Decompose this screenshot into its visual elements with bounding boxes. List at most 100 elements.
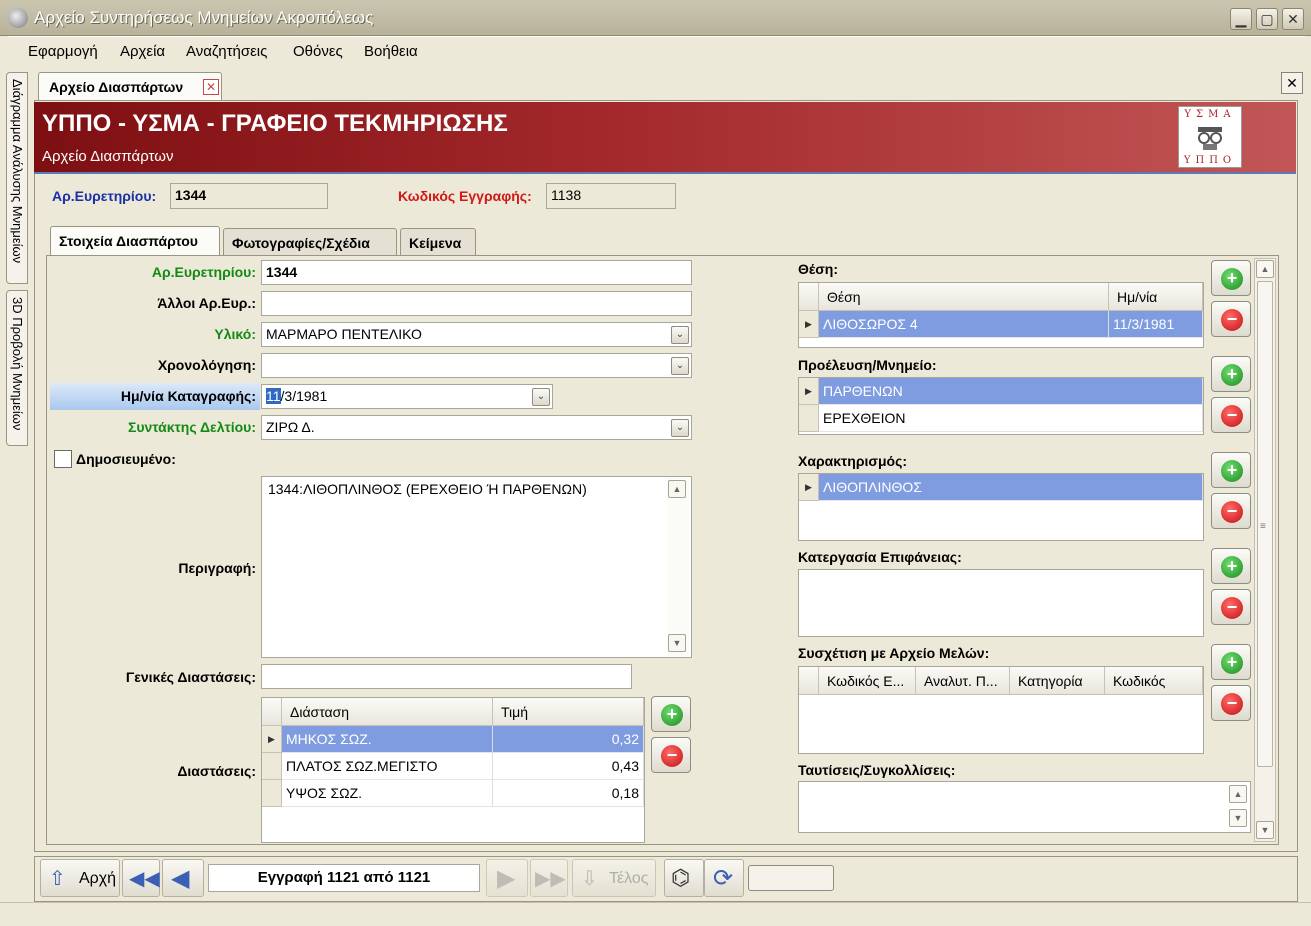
description-text: 1344:ΛΙΘΟΠΛΙΝΘΟΣ (ΕΡΕΧΘΕΙΟ Ή ΠΑΡΘΕΝΩΝ) bbox=[268, 481, 587, 497]
add-origin-button[interactable]: + bbox=[1211, 356, 1251, 392]
surface-treatment-list[interactable] bbox=[798, 569, 1204, 637]
origin-grid[interactable]: ▶ ΠΑΡΘΕΝΩΝ ΕΡΕΧΘΕΙΟΝ bbox=[798, 377, 1204, 435]
description-scrollbar[interactable]: ▲ ▼ bbox=[667, 478, 689, 656]
table-row-date[interactable]: 11/3/1981 bbox=[1109, 311, 1203, 338]
left-arrow-icon: ◀ bbox=[171, 865, 190, 892]
list-item-characterization[interactable]: ΛΙΘΟΠΛΙΝΘΟΣ bbox=[819, 474, 1203, 501]
menu-application[interactable]: Εφαρμογή bbox=[28, 43, 98, 60]
record-code-field: 1138 bbox=[546, 183, 676, 209]
side-tab-monument-diagram[interactable]: Διάγραμμα Ανάλυσης Μνημείων bbox=[6, 72, 28, 284]
other-inventory-input[interactable] bbox=[261, 291, 692, 316]
relation-grid[interactable]: Κωδικός Ε... Αναλυτ. Π... Κατηγορία Κωδι… bbox=[798, 666, 1204, 754]
first-record-button[interactable]: ⇧ Αρχή bbox=[40, 859, 120, 897]
dimensions-grid[interactable]: Διάσταση Τιμή ▶ ΜΗΚΟΣ ΣΩΖ. 0,32 ΠΛΑΤΟΣ Σ… bbox=[261, 697, 645, 843]
scroll-down-icon[interactable]: ▼ bbox=[1229, 809, 1247, 827]
plus-icon: + bbox=[1221, 364, 1243, 386]
published-checkbox[interactable] bbox=[54, 450, 72, 468]
identification-textarea[interactable]: ▲ ▼ bbox=[798, 781, 1251, 833]
grid-header-code[interactable]: Κωδικός bbox=[1105, 667, 1203, 695]
inventory-label: Αρ.Ευρετηρίου: bbox=[52, 188, 157, 204]
chevron-down-icon[interactable]: ⌄ bbox=[671, 326, 689, 344]
grid-header-member-code[interactable]: Κωδικός Ε... bbox=[819, 667, 916, 695]
maximize-button[interactable]: ▢ bbox=[1256, 8, 1278, 30]
add-dimension-button[interactable]: + bbox=[651, 696, 691, 732]
dating-select[interactable]: ⌄ bbox=[261, 353, 692, 378]
position-grid[interactable]: Θέση Ημ/νία ▶ ΛΙΘΟΣΩΡΟΣ 4 11/3/1981 bbox=[798, 282, 1204, 348]
grid-header-position[interactable]: Θέση bbox=[819, 283, 1109, 311]
table-row-dimension[interactable]: ΜΗΚΟΣ ΣΩΖ. bbox=[282, 726, 493, 753]
date-selected-part: 11 bbox=[266, 388, 281, 404]
table-row-value[interactable]: 0,32 bbox=[493, 726, 644, 753]
remove-relation-button[interactable]: − bbox=[1211, 685, 1251, 721]
scroll-up-icon[interactable]: ▲ bbox=[1256, 260, 1274, 278]
remove-characterization-button[interactable]: − bbox=[1211, 493, 1251, 529]
add-characterization-button[interactable]: + bbox=[1211, 452, 1251, 488]
position-label: Θέση: bbox=[798, 261, 838, 277]
document-tab[interactable]: Αρχείο Διασπάρτων ✕ bbox=[38, 72, 222, 102]
material-select[interactable]: ΜΑΡΜΑΡΟ ΠΕΝΤΕΛΙΚΟ ⌄ bbox=[261, 322, 692, 347]
form-inventory-input[interactable]: 1344 bbox=[261, 260, 692, 285]
characterization-grid[interactable]: ▶ ΛΙΘΟΠΛΙΝΘΟΣ bbox=[798, 473, 1204, 541]
list-item-origin[interactable]: ΠΑΡΘΕΝΩΝ bbox=[819, 378, 1203, 405]
description-textarea[interactable]: 1344:ΛΙΘΟΠΛΙΝΘΟΣ (ΕΡΕΧΘΕΙΟ Ή ΠΑΡΘΕΝΩΝ) ▲… bbox=[261, 476, 692, 658]
menu-screens[interactable]: Οθόνες bbox=[293, 43, 343, 60]
tab-photos-drawings[interactable]: Φωτογραφίες/Σχέδια bbox=[223, 228, 397, 256]
table-row-position[interactable]: ΛΙΘΟΣΩΡΟΣ 4 bbox=[819, 311, 1109, 338]
plus-icon: + bbox=[1221, 652, 1243, 674]
menu-files[interactable]: Αρχεία bbox=[120, 43, 165, 60]
table-row-value[interactable]: 0,18 bbox=[493, 780, 644, 807]
previous-page-button[interactable]: ◀◀ bbox=[122, 859, 160, 897]
scroll-down-icon[interactable]: ▼ bbox=[1256, 821, 1274, 839]
add-surface-button[interactable]: + bbox=[1211, 548, 1251, 584]
refresh-button[interactable]: ⟳ bbox=[704, 859, 744, 897]
grid-header-category[interactable]: Κατηγορία bbox=[1010, 667, 1105, 695]
last-record-button[interactable]: ⇩ Τέλος bbox=[572, 859, 656, 897]
next-page-button[interactable]: ▶▶ bbox=[530, 859, 568, 897]
close-button[interactable]: ✕ bbox=[1282, 8, 1304, 30]
grid-header-value[interactable]: Τιμή bbox=[493, 698, 644, 726]
table-row-value[interactable]: 0,43 bbox=[493, 753, 644, 780]
search-button[interactable]: ⌬ bbox=[664, 859, 704, 897]
tab-texts[interactable]: Κείμενα bbox=[400, 228, 476, 256]
grid-header-dimension[interactable]: Διάσταση bbox=[282, 698, 493, 726]
banner-title: ΥΠΠΟ - ΥΣΜΑ - ΓΡΑΦΕΙΟ ΤΕΚΜΗΡΙΩΣΗΣ bbox=[42, 110, 508, 137]
table-row-dimension[interactable]: ΠΛΑΤΟΣ ΣΩΖ.ΜΕΓΙΣΤΟ bbox=[282, 753, 493, 780]
scroll-up-icon[interactable]: ▲ bbox=[1229, 785, 1247, 803]
previous-record-button[interactable]: ◀ bbox=[162, 859, 204, 897]
progress-box bbox=[748, 865, 834, 891]
chevron-down-icon[interactable]: ⌄ bbox=[532, 388, 550, 406]
remove-dimension-button[interactable]: − bbox=[651, 737, 691, 773]
close-document-button[interactable]: ✕ bbox=[1281, 72, 1303, 94]
add-position-button[interactable]: + bbox=[1211, 260, 1251, 296]
scroll-down-icon[interactable]: ▼ bbox=[668, 634, 686, 652]
row-indicator-icon: ▶ bbox=[262, 726, 282, 753]
menu-searches[interactable]: Αναζητήσεις bbox=[186, 43, 267, 60]
title-bar: Αρχείο Συντηρήσεως Μνημείων Ακροπόλεως ▁… bbox=[0, 0, 1311, 36]
general-dimensions-input[interactable] bbox=[261, 664, 632, 689]
add-relation-button[interactable]: + bbox=[1211, 644, 1251, 680]
grid-header-analysis[interactable]: Αναλυτ. Π... bbox=[916, 667, 1010, 695]
logo-bottom-text: ΥΠΠΟ bbox=[1183, 155, 1237, 166]
scroll-up-icon[interactable]: ▲ bbox=[668, 480, 686, 498]
grid-header-date[interactable]: Ημ/νία bbox=[1109, 283, 1203, 311]
chevron-down-icon[interactable]: ⌄ bbox=[671, 357, 689, 375]
table-row-dimension[interactable]: ΥΨΟΣ ΣΩΖ. bbox=[282, 780, 493, 807]
author-label: Συντάκτης Δελτίου: bbox=[127, 419, 256, 435]
chevron-down-icon[interactable]: ⌄ bbox=[671, 419, 689, 437]
author-value: ΖΙΡΩ Δ. bbox=[266, 419, 315, 435]
remove-position-button[interactable]: − bbox=[1211, 301, 1251, 337]
list-item-origin[interactable]: ΕΡΕΧΘΕΙΟΝ bbox=[819, 405, 1203, 432]
last-label: Τέλος bbox=[609, 870, 649, 887]
row-indicator-icon: ▶ bbox=[799, 311, 819, 338]
author-select[interactable]: ΖΙΡΩ Δ. ⌄ bbox=[261, 415, 692, 440]
tab-details[interactable]: Στοιχεία Διασπάρτου bbox=[50, 226, 220, 256]
remove-origin-button[interactable]: − bbox=[1211, 397, 1251, 433]
minimize-button[interactable]: ▁ bbox=[1230, 8, 1252, 30]
side-tab-3d-view[interactable]: 3D Προβολή Μνημείων bbox=[6, 290, 28, 446]
record-date-picker[interactable]: 11/3/1981 ⌄ bbox=[261, 384, 553, 409]
remove-surface-button[interactable]: − bbox=[1211, 589, 1251, 625]
menu-help[interactable]: Βοήθεια bbox=[364, 43, 418, 60]
close-tab-icon[interactable]: ✕ bbox=[203, 79, 219, 95]
next-record-button[interactable]: ▶ bbox=[486, 859, 528, 897]
form-scrollbar[interactable]: ▲ ≡ ▼ bbox=[1254, 258, 1276, 842]
